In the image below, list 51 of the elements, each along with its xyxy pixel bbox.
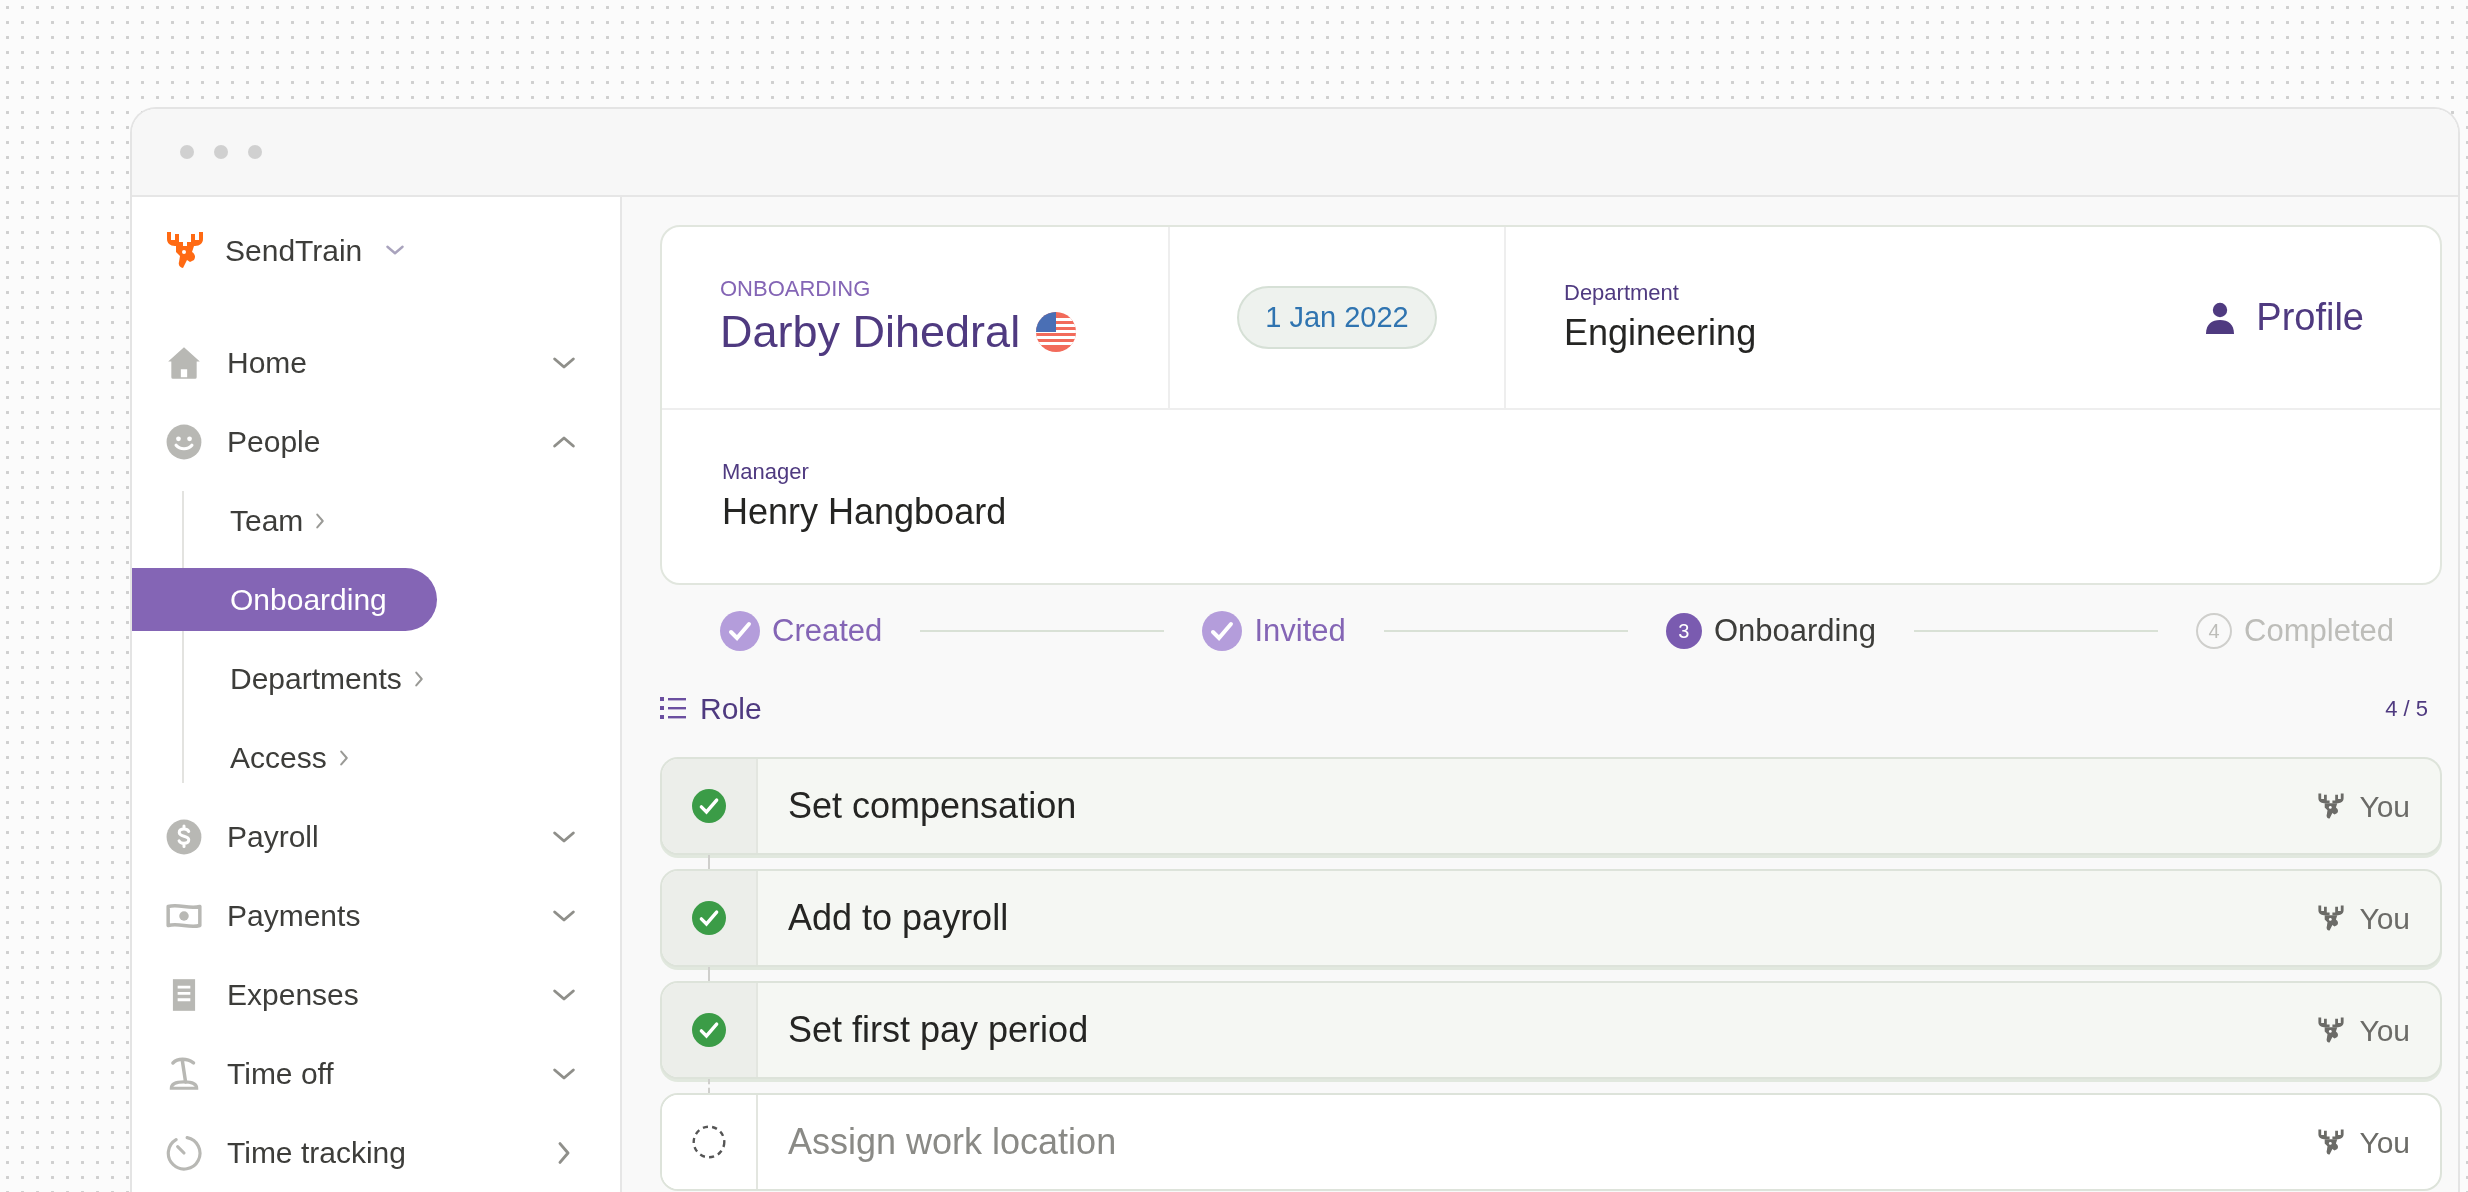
moose-logo-icon: [165, 230, 205, 270]
sidebar-subitem[interactable]: Access: [132, 726, 365, 789]
dollar-icon: [165, 817, 203, 856]
assignee: You: [2359, 1124, 2410, 1161]
employee-name: Darby Dihedral: [720, 304, 1021, 359]
task-row[interactable]: Set compensation You: [660, 757, 2442, 855]
manager-label: Manager: [722, 457, 810, 486]
step-label: Onboarding: [1713, 611, 1876, 650]
list-icon: [660, 697, 686, 719]
sidebar-item[interactable]: Payments: [132, 876, 620, 955]
sidebar-item[interactable]: Time off: [132, 1034, 620, 1113]
sidebar-subitem[interactable]: Team: [132, 489, 342, 552]
task-label: Add to payroll: [788, 896, 1009, 940]
profile-link[interactable]: Profile: [2206, 289, 2364, 346]
task-label: Assign work location: [788, 1120, 1117, 1164]
user-icon: [2206, 301, 2235, 334]
sidebar-item[interactable]: Payroll: [132, 797, 620, 876]
sidebar-subitem[interactable]: Onboarding: [132, 568, 437, 631]
step-number: 3: [1665, 613, 1702, 649]
moose-icon: [2317, 904, 2346, 932]
step-label: Created: [772, 611, 883, 650]
moose-icon: [2317, 792, 2346, 820]
us-flag-icon: [1036, 311, 1077, 352]
progress-count: 4 / 5: [2385, 694, 2428, 723]
task-label: Set compensation: [788, 784, 1077, 828]
assignee: You: [2359, 1012, 2410, 1049]
manager-value: Henry Hangboard: [722, 489, 1008, 534]
sidebar-subitem[interactable]: Departments: [132, 647, 440, 710]
step-label: Invited: [1254, 611, 1346, 650]
timer-icon: [165, 1133, 203, 1172]
section-title: Role: [700, 690, 762, 727]
moose-icon: [2317, 1128, 2346, 1156]
department-value: Engineering: [1564, 310, 1758, 355]
task-row[interactable]: Set first pay period You: [660, 981, 2442, 1079]
date-badge: 1 Jan 2022: [1237, 285, 1437, 350]
sidebar-item[interactable]: People: [132, 402, 620, 481]
task-row[interactable]: Assign work location You: [660, 1093, 2442, 1191]
task-row[interactable]: Add to payroll You: [660, 869, 2442, 967]
assignee: You: [2359, 788, 2410, 825]
smiley-icon: [165, 422, 203, 461]
step-number: 4: [2196, 613, 2233, 649]
moose-icon: [2317, 1016, 2346, 1044]
sidebar-item[interactable]: Expenses: [132, 955, 620, 1034]
status-label: ONBOARDING: [720, 274, 872, 303]
task-label: Set first pay period: [788, 1008, 1089, 1052]
sidebar-item[interactable]: Home: [132, 323, 620, 402]
department-label: Department: [1564, 278, 1680, 307]
assignee: You: [2359, 900, 2410, 937]
sidebar-item[interactable]: Time tracking: [132, 1113, 620, 1192]
brand-name: SendTrain: [225, 232, 363, 269]
step-label: Completed: [2244, 611, 2394, 650]
